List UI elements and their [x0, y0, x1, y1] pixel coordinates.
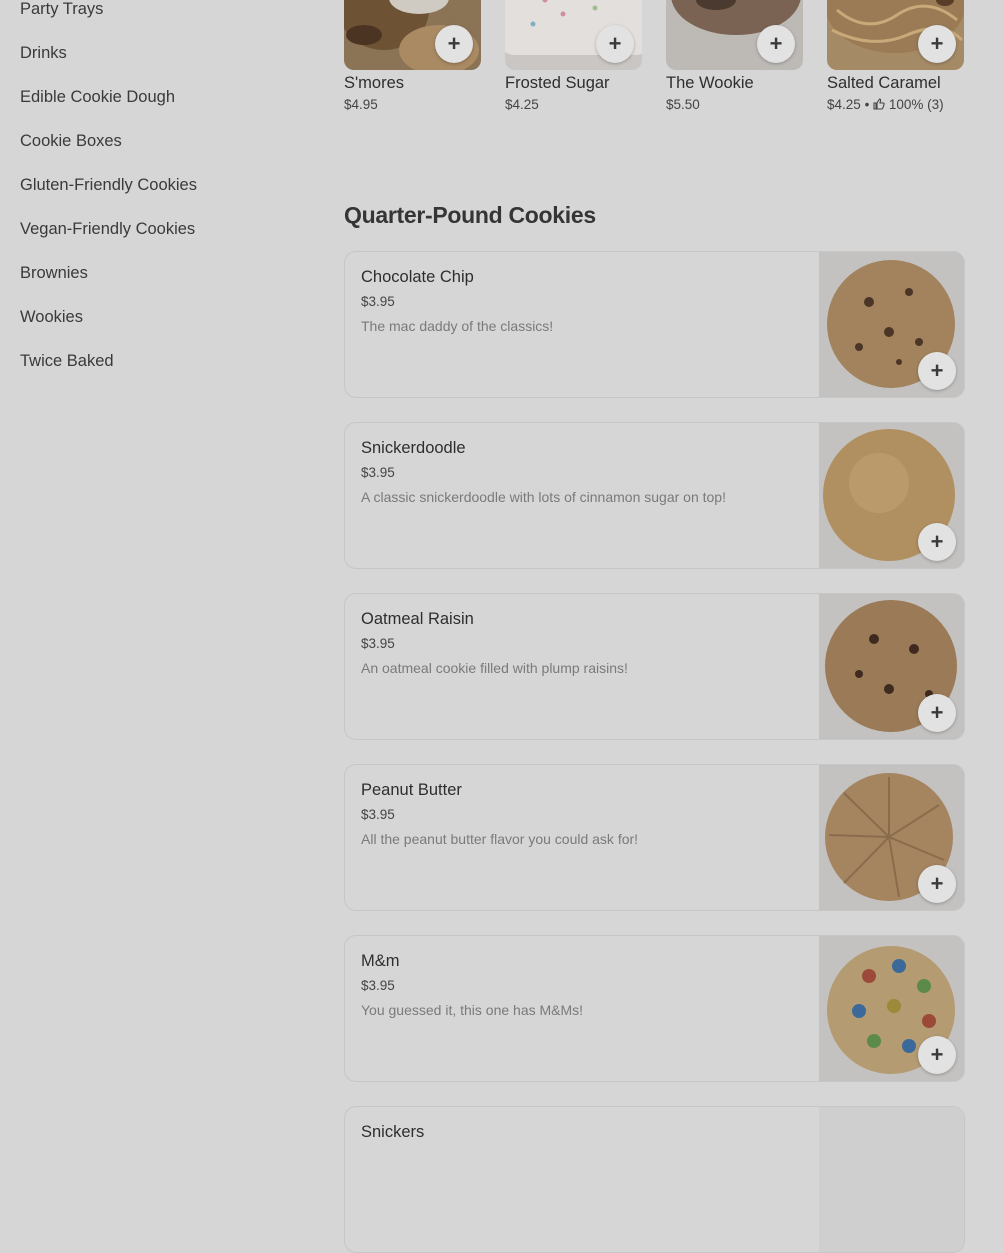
add-smores-button[interactable]: + [435, 25, 473, 63]
add-frosted-sugar-button[interactable]: + [596, 25, 634, 63]
menu-item-card[interactable]: Oatmeal Raisin $3.95 An oatmeal cookie f… [344, 593, 965, 740]
menu-item-card[interactable]: Snickers [344, 1106, 965, 1253]
add-peanut-butter-button[interactable]: + [918, 865, 956, 903]
add-chocolate-chip-button[interactable]: + [918, 352, 956, 390]
item-description: An oatmeal cookie filled with plump rais… [361, 660, 628, 676]
item-name: Snickerdoodle [361, 439, 466, 457]
rating-count: (3) [927, 97, 944, 112]
menu-item-card[interactable]: Snickerdoodle $3.95 A classic snickerdoo… [344, 422, 965, 569]
item-price: $3.95 [361, 807, 395, 822]
item-price: $3.95 [361, 465, 395, 480]
item-description: The mac daddy of the classics! [361, 318, 554, 334]
item-name: Snickers [361, 1123, 425, 1141]
sidebar-item-cookie-boxes[interactable]: Cookie Boxes [20, 132, 122, 151]
add-oatmeal-raisin-button[interactable]: + [918, 694, 956, 732]
plus-icon: + [447, 31, 461, 56]
item-name: Chocolate Chip [361, 268, 474, 286]
item-name: M&m [361, 952, 400, 970]
item-description: All the peanut butter flavor you could a… [361, 831, 639, 847]
item-name: S'mores [344, 74, 404, 92]
add-salted-caramel-button[interactable]: + [918, 25, 956, 63]
item-name: Frosted Sugar [505, 74, 610, 92]
section-title: Quarter-Pound Cookies [344, 202, 596, 228]
sidebar-item-twice-baked[interactable]: Twice Baked [20, 352, 114, 371]
menu-item-card[interactable]: M&m $3.95 You guessed it, this one has M… [344, 935, 965, 1082]
item-price: $3.95 [361, 978, 395, 993]
item-name: Oatmeal Raisin [361, 610, 474, 628]
add-snickerdoodle-button[interactable]: + [918, 523, 956, 561]
sidebar-item-edible-cookie-dough[interactable]: Edible Cookie Dough [20, 88, 175, 107]
rating-percent: 100% [888, 97, 924, 112]
plus-icon: + [930, 700, 944, 725]
item-description: A classic snickerdoodle with lots of cin… [361, 489, 726, 505]
menu-item-card[interactable]: Peanut Butter $3.95 All the peanut butte… [344, 764, 965, 911]
item-name: Salted Caramel [827, 74, 941, 92]
item-price: $4.25 [505, 97, 539, 112]
item-price: $3.95 [361, 294, 395, 309]
item-description: You guessed it, this one has M&Ms! [361, 1002, 584, 1018]
item-meta: $4.25 • 100% (3) [827, 97, 944, 112]
sidebar-item-party-trays[interactable]: Party Trays [20, 0, 103, 19]
sidebar-item-vegan-friendly[interactable]: Vegan-Friendly Cookies [20, 220, 195, 239]
plus-icon: + [930, 358, 944, 383]
sidebar-item-brownies[interactable]: Brownies [20, 264, 88, 283]
add-m-and-m-button[interactable]: + [918, 1036, 956, 1074]
plus-icon: + [608, 31, 622, 56]
sidebar-item-wookies[interactable]: Wookies [20, 308, 83, 327]
item-price: $4.95 [344, 97, 378, 112]
snickers-image [819, 1107, 964, 1252]
separator-dot: • [864, 97, 870, 112]
plus-icon: + [769, 31, 783, 56]
plus-icon: + [930, 529, 944, 554]
item-price: $5.50 [666, 97, 700, 112]
plus-icon: + [930, 1042, 944, 1067]
add-the-wookie-button[interactable]: + [757, 25, 795, 63]
thumbs-up-icon [873, 98, 885, 110]
sidebar-item-drinks[interactable]: Drinks [20, 44, 67, 63]
item-price: $4.25 [827, 97, 861, 112]
item-price: $3.95 [361, 636, 395, 651]
item-name: Peanut Butter [361, 781, 462, 799]
plus-icon: + [930, 871, 944, 896]
item-name: The Wookie [666, 74, 754, 92]
plus-icon: + [930, 31, 944, 56]
menu-item-card[interactable]: Chocolate Chip $3.95 The mac daddy of th… [344, 251, 965, 398]
sidebar-item-gluten-friendly[interactable]: Gluten-Friendly Cookies [20, 176, 197, 195]
